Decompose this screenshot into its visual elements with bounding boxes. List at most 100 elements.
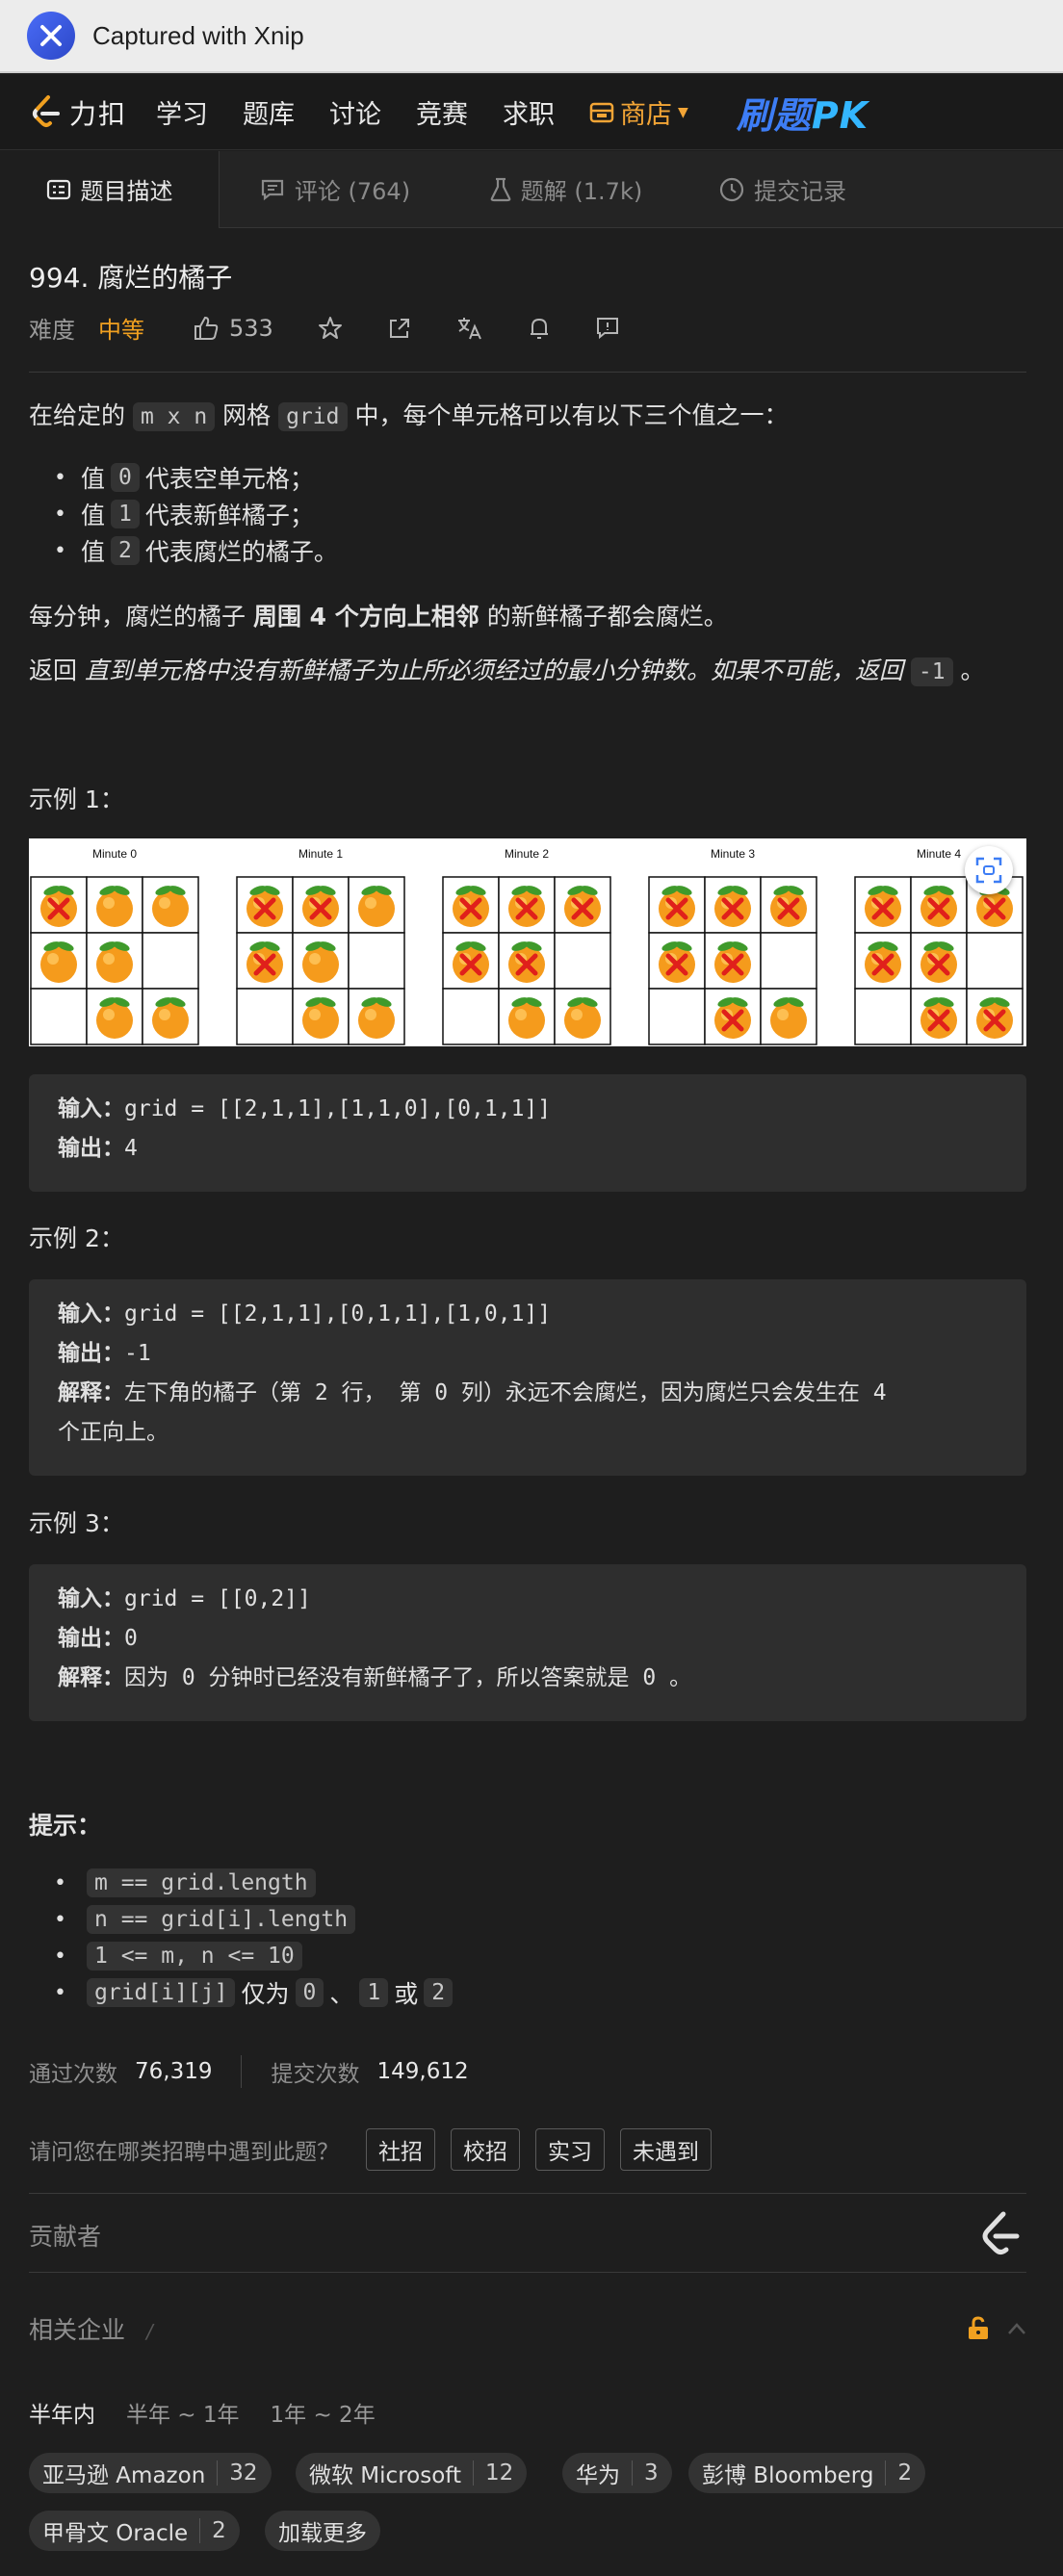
recruit-option-intern[interactable]: 实习 (535, 2128, 605, 2171)
company-tag-oracle[interactable]: 甲骨文 Oracle 2 (29, 2511, 240, 2551)
orange-highlight (309, 1009, 321, 1020)
chevron-up-icon[interactable] (1007, 2322, 1026, 2335)
translate-button[interactable] (456, 316, 483, 341)
problem-title: 994. 腐烂的橘子 (29, 262, 233, 294)
translate-icon (457, 317, 481, 339)
leetcode-logo[interactable]: 力扣 (29, 93, 127, 132)
list-text: 代表空单元格； (144, 465, 314, 493)
description-icon (46, 179, 71, 200)
submitted-count: 149,612 (376, 2059, 469, 2084)
desc-text: 的新鲜橘子都会腐烂。 (479, 603, 728, 631)
company-tag-amazon[interactable]: 亚马逊 Amazon 32 (29, 2453, 272, 2493)
company-name: 微软 Microsoft (309, 2463, 461, 2488)
time-tab-half-year[interactable]: 半年内 (29, 2396, 95, 2429)
company-tag-huawei[interactable]: 华为 3 (562, 2453, 672, 2493)
example-1-heading: 示例 1： (29, 786, 124, 813)
example-1-input: 输入：grid = [[2,1,1],[1,1,0],[0,1,1]] (58, 1090, 998, 1129)
desc-text: 每分钟，腐烂的橘子 (29, 603, 253, 631)
inline-code: n == grid[i].length (87, 1905, 356, 1934)
desc-text: 返回 (29, 657, 85, 684)
difficulty-value: 中等 (98, 317, 144, 344)
panel-title: Minute 3 (711, 847, 755, 861)
store-icon (589, 102, 614, 122)
desc-bold: 周围 4 个方向上相邻 (252, 603, 480, 631)
grid-cell (760, 932, 817, 990)
list-text: 代表腐烂的橘子。 (144, 538, 338, 566)
nav-contest[interactable]: 竞赛 (416, 93, 468, 131)
xnip-title: Captured with Xnip (92, 20, 304, 50)
tab-description[interactable]: 题目描述 (0, 150, 220, 228)
store-label: 商店 (620, 100, 673, 130)
star-icon (318, 316, 342, 339)
inline-code: -1 (910, 657, 953, 686)
company-tag-microsoft[interactable]: 微软 Microsoft 12 (296, 2453, 528, 2493)
inline-code: m x n (132, 402, 216, 431)
inline-code: 1 (111, 500, 140, 528)
list-item: 值 2 代表腐烂的橘子。 (81, 532, 338, 569)
share-button[interactable] (387, 316, 412, 341)
inline-code: 2 (424, 1978, 454, 2007)
tab-comments[interactable]: 评论 (764) (220, 151, 451, 228)
stats-divider (241, 2055, 243, 2088)
contributors-row[interactable]: 贡献者 (29, 2211, 1026, 2259)
company-count: 12 (472, 2460, 513, 2486)
recruit-option-social[interactable]: 社招 (366, 2128, 435, 2171)
time-tab-half-to-one-year[interactable]: 半年 ~ 1年 (126, 2396, 240, 2429)
pk-banner[interactable]: 刷题PK (737, 86, 869, 139)
list-item: 1 <= m, n <= 10 (81, 1938, 458, 1974)
orange-highlight (103, 897, 115, 909)
example-1-output: 输出：4 (58, 1129, 998, 1169)
divider (29, 2272, 1026, 2273)
example-3-explanation: 解释：因为 0 分钟时已经没有新鲜橘子了，所以答案就是 0 。 (58, 1659, 998, 1698)
example-2-output: 输出：-1 (58, 1334, 998, 1374)
fresh-orange-icon (40, 946, 77, 983)
fresh-orange-icon (508, 1002, 545, 1039)
chevron-down-icon: ▼ (678, 104, 688, 120)
nav-problemset[interactable]: 题库 (243, 93, 295, 131)
like-button[interactable]: 533 (193, 315, 273, 342)
company-tag-bloomberg[interactable]: 彭博 Bloomberg 2 (688, 2453, 926, 2493)
time-tab-one-to-two-years[interactable]: 1年 ~ 2年 (271, 2396, 376, 2429)
notify-button[interactable] (528, 316, 551, 341)
company-count: 32 (217, 2460, 258, 2486)
fresh-orange-icon (152, 890, 189, 927)
orange-highlight (103, 953, 115, 965)
related-slash: / (146, 2320, 153, 2343)
load-more-button[interactable]: 加载更多 (265, 2511, 380, 2551)
example-2-box: 输入：grid = [[2,1,1],[0,1,1],[1,0,1]] 输出：-… (29, 1279, 1026, 1476)
company-name: 华为 (576, 2463, 620, 2488)
example-3-output: 输出：0 (58, 1619, 998, 1659)
panel-title: Minute 4 (917, 847, 961, 861)
fresh-orange-icon (96, 946, 133, 983)
orange-highlight (365, 1009, 376, 1020)
example-3-box: 输入：grid = [[0,2]] 输出：0 解释：因为 0 分钟时已经没有新鲜… (29, 1564, 1026, 1721)
grid-panel: Minute 3 (648, 847, 817, 1045)
unlock-icon[interactable] (967, 2316, 990, 2341)
related-companies-row[interactable]: 相关企业 / (29, 2309, 1026, 2348)
feedback-button[interactable] (595, 316, 620, 341)
tab-solutions[interactable]: 题解 (1.7k) (451, 151, 682, 228)
output-label: 输出： (58, 1341, 124, 1366)
flask-icon (490, 177, 511, 202)
recruit-option-none[interactable]: 未遇到 (620, 2128, 712, 2171)
input-label: 输入： (58, 1586, 124, 1611)
grid-cell (554, 932, 611, 990)
fresh-orange-icon (358, 890, 395, 927)
pk-label: 刷题 (736, 94, 812, 137)
tab-submissions[interactable]: 提交记录 (682, 151, 884, 228)
example-3-heading: 示例 3： (29, 1509, 124, 1537)
orange-highlight (365, 897, 376, 909)
recruit-option-campus[interactable]: 校招 (451, 2128, 520, 2171)
list-text: 、 (329, 1980, 354, 2008)
explain-value: 个正向上。 (58, 1420, 169, 1445)
favorite-button[interactable] (318, 316, 343, 341)
orange-highlight (159, 897, 170, 909)
example-figure: Minute 0 Minute 1 Minute 2 Minute 3 Minute 4 (29, 838, 1026, 1046)
nav-store[interactable]: 商店 ▼ (589, 93, 688, 131)
nav-discuss[interactable]: 讨论 (329, 93, 381, 131)
nav-jobs[interactable]: 求职 (503, 93, 555, 131)
nav-learn[interactable]: 学习 (156, 93, 208, 131)
scan-text-button[interactable] (965, 846, 1013, 894)
desc-italic: 直到单元格中没有新鲜橘子为止所必须经过的最小分钟数。如果不可能，返回 (84, 657, 911, 684)
orange-highlight (571, 1009, 583, 1020)
